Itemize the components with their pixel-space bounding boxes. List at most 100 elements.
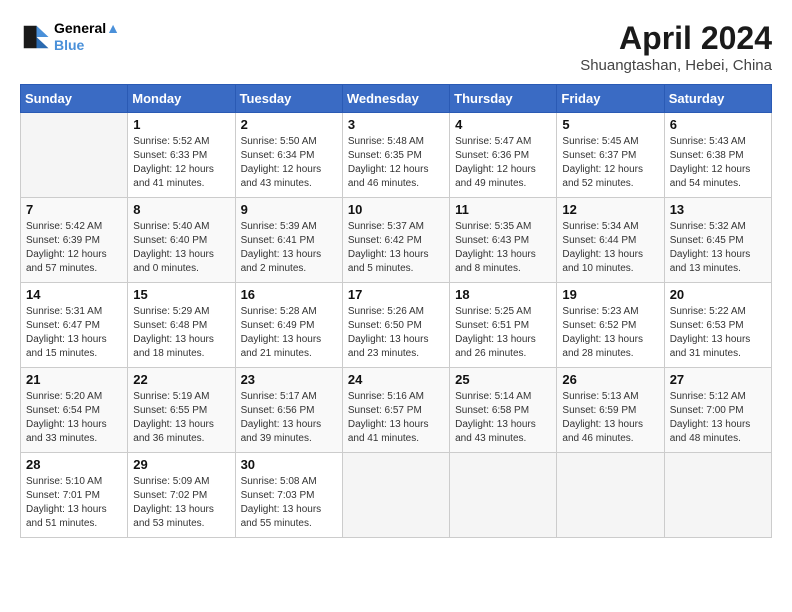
day-number: 16 [241, 287, 337, 302]
title-area: April 2024 Shuangtashan, Hebei, China [580, 20, 772, 74]
calendar-cell: 18 Sunrise: 5:25 AM Sunset: 6:51 PM Dayli… [450, 283, 557, 368]
logo: General▲ Blue [20, 20, 120, 54]
weekday-header-row: SundayMondayTuesdayWednesdayThursdayFrid… [21, 85, 772, 113]
day-number: 15 [133, 287, 229, 302]
day-number: 29 [133, 457, 229, 472]
weekday-header-tuesday: Tuesday [235, 85, 342, 113]
calendar-cell: 25 Sunrise: 5:14 AM Sunset: 6:58 PM Dayli… [450, 368, 557, 453]
week-row-3: 14 Sunrise: 5:31 AM Sunset: 6:47 PM Dayli… [21, 283, 772, 368]
day-info: Sunrise: 5:25 AM Sunset: 6:51 PM Dayligh… [455, 305, 551, 361]
day-info: Sunrise: 5:16 AM Sunset: 6:57 PM Dayligh… [348, 390, 444, 446]
day-number: 11 [455, 202, 551, 217]
day-info: Sunrise: 5:22 AM Sunset: 6:53 PM Dayligh… [670, 305, 766, 361]
day-info: Sunrise: 5:52 AM Sunset: 6:33 PM Dayligh… [133, 135, 229, 191]
day-number: 7 [26, 202, 122, 217]
calendar-cell: 7 Sunrise: 5:42 AM Sunset: 6:39 PM Daylig… [21, 198, 128, 283]
calendar-cell: 12 Sunrise: 5:34 AM Sunset: 6:44 PM Dayli… [557, 198, 664, 283]
weekday-header-wednesday: Wednesday [342, 85, 449, 113]
day-info: Sunrise: 5:50 AM Sunset: 6:34 PM Dayligh… [241, 135, 337, 191]
day-info: Sunrise: 5:31 AM Sunset: 6:47 PM Dayligh… [26, 305, 122, 361]
calendar-cell [664, 453, 771, 538]
day-number: 1 [133, 117, 229, 132]
day-info: Sunrise: 5:29 AM Sunset: 6:48 PM Dayligh… [133, 305, 229, 361]
day-info: Sunrise: 5:40 AM Sunset: 6:40 PM Dayligh… [133, 220, 229, 276]
day-info: Sunrise: 5:20 AM Sunset: 6:54 PM Dayligh… [26, 390, 122, 446]
calendar-cell [342, 453, 449, 538]
calendar-cell: 13 Sunrise: 5:32 AM Sunset: 6:45 PM Dayli… [664, 198, 771, 283]
day-info: Sunrise: 5:37 AM Sunset: 6:42 PM Dayligh… [348, 220, 444, 276]
day-number: 14 [26, 287, 122, 302]
calendar-cell: 26 Sunrise: 5:13 AM Sunset: 6:59 PM Dayli… [557, 368, 664, 453]
day-info: Sunrise: 5:28 AM Sunset: 6:49 PM Dayligh… [241, 305, 337, 361]
calendar-cell [557, 453, 664, 538]
calendar-cell: 3 Sunrise: 5:48 AM Sunset: 6:35 PM Daylig… [342, 113, 449, 198]
day-number: 4 [455, 117, 551, 132]
day-number: 20 [670, 287, 766, 302]
day-number: 19 [562, 287, 658, 302]
week-row-1: 1 Sunrise: 5:52 AM Sunset: 6:33 PM Daylig… [21, 113, 772, 198]
calendar-cell: 29 Sunrise: 5:09 AM Sunset: 7:02 PM Dayli… [128, 453, 235, 538]
day-info: Sunrise: 5:35 AM Sunset: 6:43 PM Dayligh… [455, 220, 551, 276]
day-info: Sunrise: 5:39 AM Sunset: 6:41 PM Dayligh… [241, 220, 337, 276]
day-number: 8 [133, 202, 229, 217]
day-number: 10 [348, 202, 444, 217]
day-number: 22 [133, 372, 229, 387]
day-number: 12 [562, 202, 658, 217]
day-info: Sunrise: 5:48 AM Sunset: 6:35 PM Dayligh… [348, 135, 444, 191]
day-info: Sunrise: 5:42 AM Sunset: 6:39 PM Dayligh… [26, 220, 122, 276]
day-number: 27 [670, 372, 766, 387]
calendar-cell: 5Sunrise: 5:45 AM Sunset: 6:37 PM Daylig… [557, 113, 664, 198]
calendar-cell: 24 Sunrise: 5:16 AM Sunset: 6:57 PM Dayli… [342, 368, 449, 453]
day-number: 24 [348, 372, 444, 387]
day-number: 17 [348, 287, 444, 302]
day-number: 13 [670, 202, 766, 217]
day-info: Sunrise: 5:13 AM Sunset: 6:59 PM Dayligh… [562, 390, 658, 446]
logo-icon [20, 22, 50, 52]
calendar-cell: 27Sunrise: 5:12 AM Sunset: 7:00 PM Dayli… [664, 368, 771, 453]
calendar-cell [450, 453, 557, 538]
calendar-cell: 16 Sunrise: 5:28 AM Sunset: 6:49 PM Dayli… [235, 283, 342, 368]
day-info: Sunrise: 5:09 AM Sunset: 7:02 PM Dayligh… [133, 475, 229, 531]
calendar-cell: 10 Sunrise: 5:37 AM Sunset: 6:42 PM Dayli… [342, 198, 449, 283]
month-title: April 2024 [580, 20, 772, 57]
logo-text: General▲ Blue [54, 20, 120, 54]
calendar-cell: 4Sunrise: 5:47 AM Sunset: 6:36 PM Daylig… [450, 113, 557, 198]
calendar-cell: 21 Sunrise: 5:20 AM Sunset: 6:54 PM Dayli… [21, 368, 128, 453]
calendar-table: SundayMondayTuesdayWednesdayThursdayFrid… [20, 84, 772, 538]
day-number: 18 [455, 287, 551, 302]
day-number: 21 [26, 372, 122, 387]
day-info: Sunrise: 5:34 AM Sunset: 6:44 PM Dayligh… [562, 220, 658, 276]
calendar-cell: 19 Sunrise: 5:23 AM Sunset: 6:52 PM Dayli… [557, 283, 664, 368]
weekday-header-friday: Friday [557, 85, 664, 113]
calendar-cell: 1 Sunrise: 5:52 AM Sunset: 6:33 PM Daylig… [128, 113, 235, 198]
day-number: 26 [562, 372, 658, 387]
day-info: Sunrise: 5:14 AM Sunset: 6:58 PM Dayligh… [455, 390, 551, 446]
weekday-header-saturday: Saturday [664, 85, 771, 113]
day-info: Sunrise: 5:45 AM Sunset: 6:37 PM Dayligh… [562, 135, 658, 191]
day-number: 2 [241, 117, 337, 132]
weekday-header-sunday: Sunday [21, 85, 128, 113]
day-info: Sunrise: 5:17 AM Sunset: 6:56 PM Dayligh… [241, 390, 337, 446]
calendar-cell: 17Sunrise: 5:26 AM Sunset: 6:50 PM Dayli… [342, 283, 449, 368]
calendar-cell [21, 113, 128, 198]
day-number: 9 [241, 202, 337, 217]
day-info: Sunrise: 5:32 AM Sunset: 6:45 PM Dayligh… [670, 220, 766, 276]
weekday-header-monday: Monday [128, 85, 235, 113]
calendar-cell: 22Sunrise: 5:19 AM Sunset: 6:55 PM Dayli… [128, 368, 235, 453]
location-subtitle: Shuangtashan, Hebei, China [580, 57, 772, 74]
calendar-cell: 9 Sunrise: 5:39 AM Sunset: 6:41 PM Daylig… [235, 198, 342, 283]
calendar-cell: 28Sunrise: 5:10 AM Sunset: 7:01 PM Dayli… [21, 453, 128, 538]
calendar-cell: 11 Sunrise: 5:35 AM Sunset: 6:43 PM Dayli… [450, 198, 557, 283]
calendar-cell: 15 Sunrise: 5:29 AM Sunset: 6:48 PM Dayli… [128, 283, 235, 368]
day-number: 6 [670, 117, 766, 132]
day-info: Sunrise: 5:23 AM Sunset: 6:52 PM Dayligh… [562, 305, 658, 361]
day-number: 3 [348, 117, 444, 132]
week-row-4: 21 Sunrise: 5:20 AM Sunset: 6:54 PM Dayli… [21, 368, 772, 453]
day-number: 25 [455, 372, 551, 387]
day-info: Sunrise: 5:43 AM Sunset: 6:38 PM Dayligh… [670, 135, 766, 191]
calendar-cell: 23Sunrise: 5:17 AM Sunset: 6:56 PM Dayli… [235, 368, 342, 453]
weekday-header-thursday: Thursday [450, 85, 557, 113]
day-info: Sunrise: 5:10 AM Sunset: 7:01 PM Dayligh… [26, 475, 122, 531]
day-info: Sunrise: 5:08 AM Sunset: 7:03 PM Dayligh… [241, 475, 337, 531]
calendar-cell: 14 Sunrise: 5:31 AM Sunset: 6:47 PM Dayli… [21, 283, 128, 368]
